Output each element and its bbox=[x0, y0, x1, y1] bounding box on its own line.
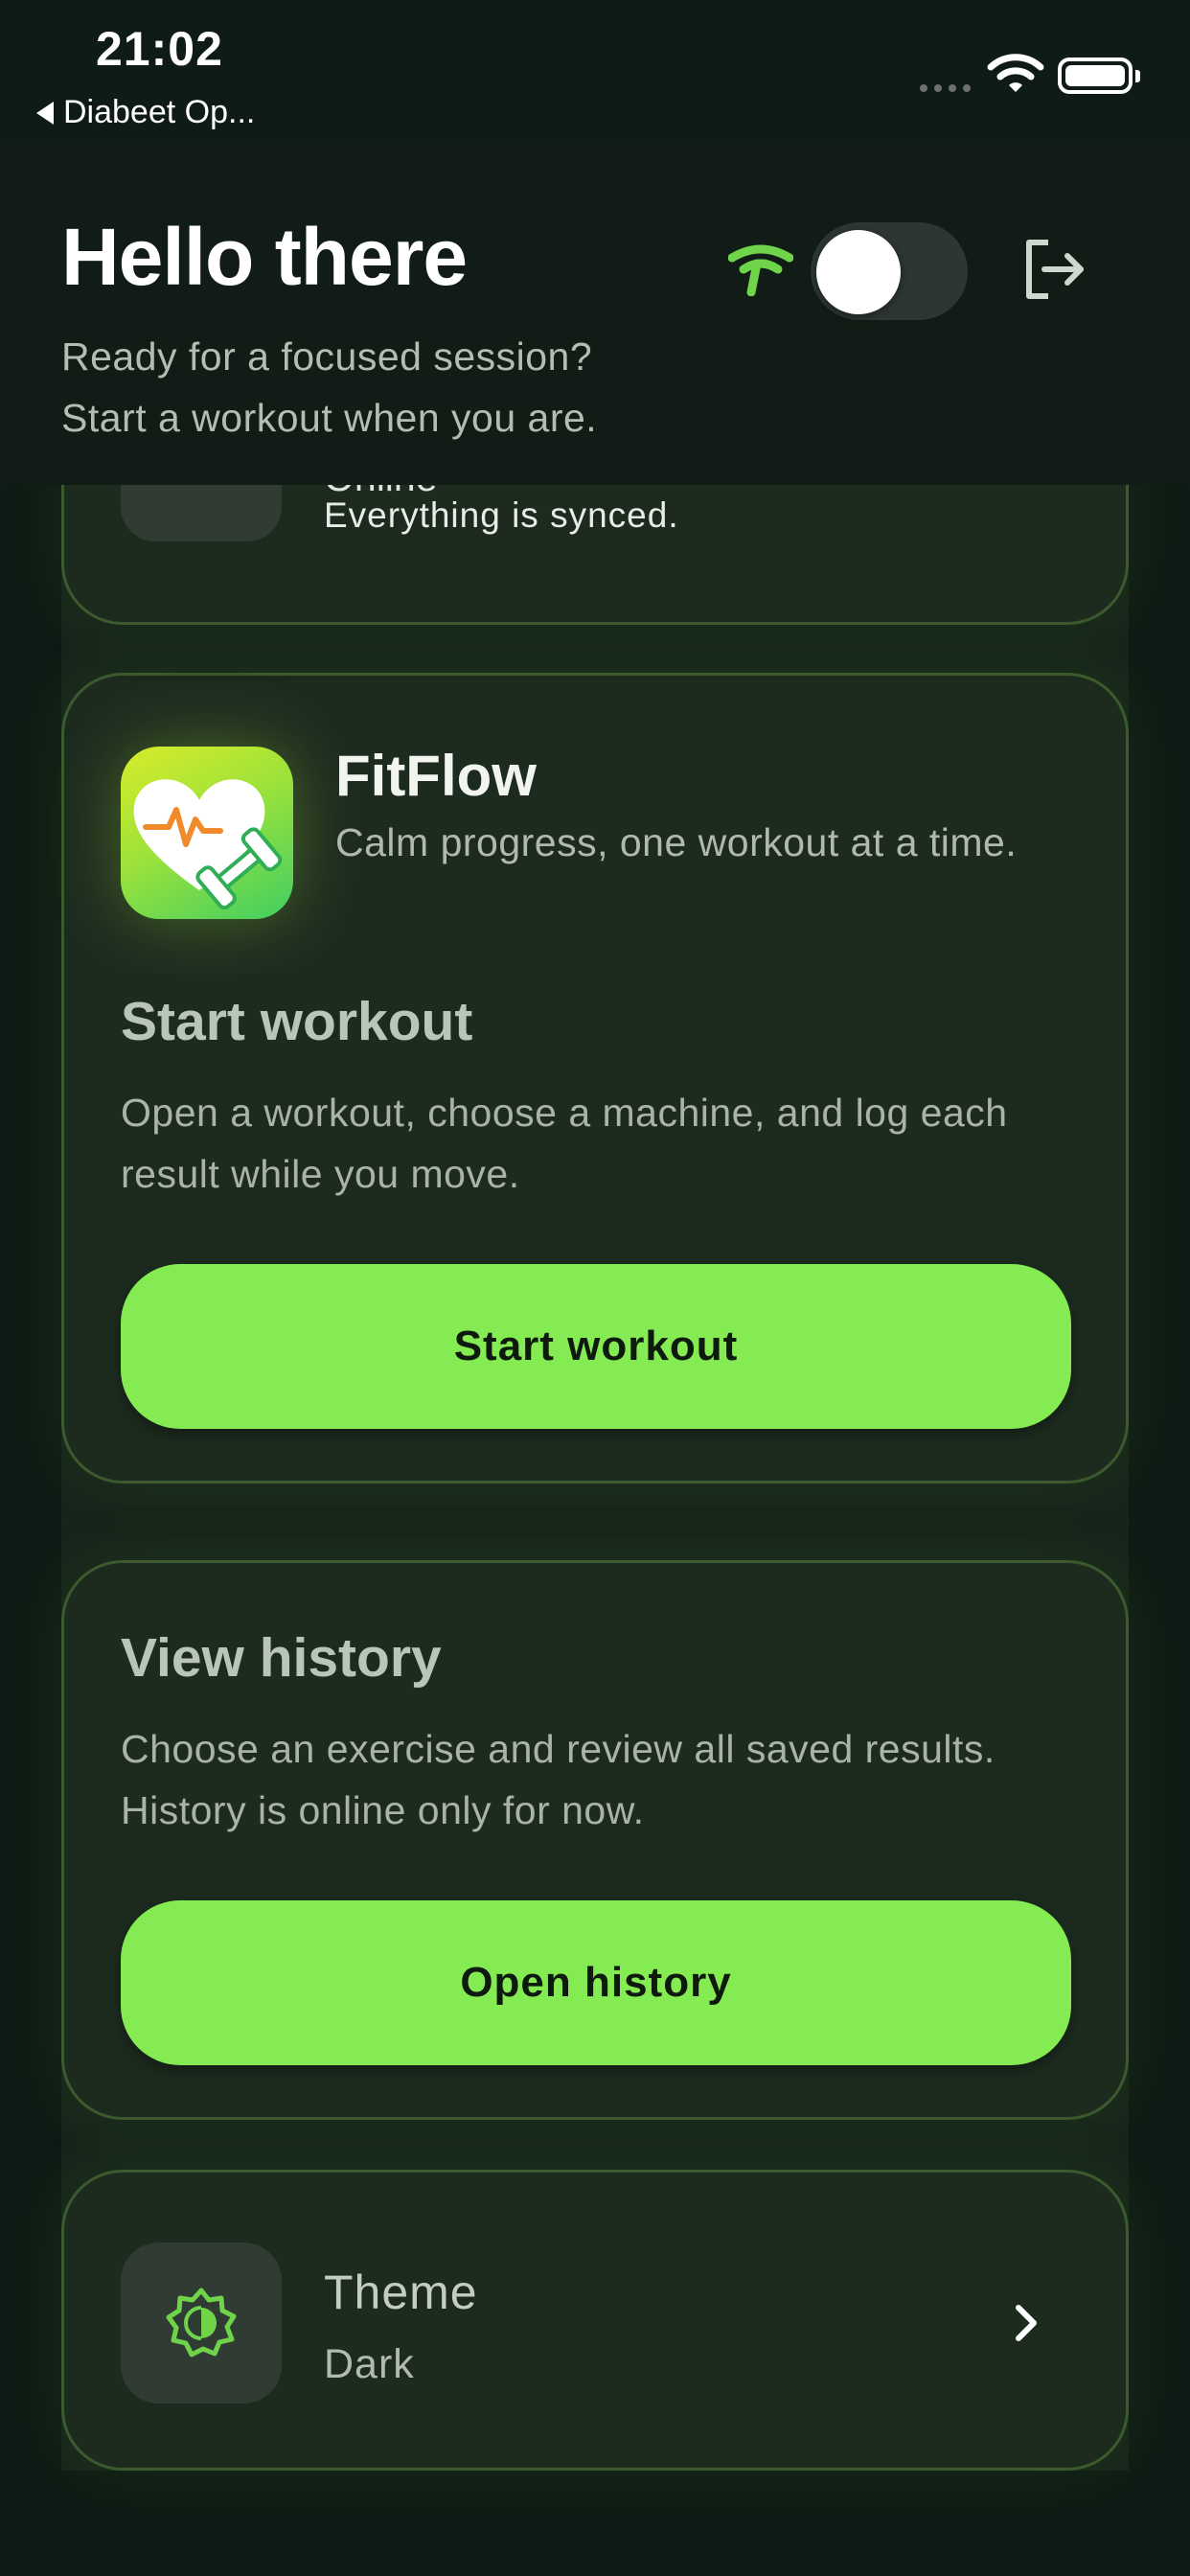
theme-title: Theme bbox=[324, 2266, 478, 2319]
heart-dumbbell-icon bbox=[133, 779, 283, 910]
cellular-signal-icon bbox=[920, 84, 971, 92]
view-history-description: Choose an exercise and review all saved … bbox=[121, 1727, 995, 1832]
header: Hello there Ready for a focused session?… bbox=[0, 144, 1190, 485]
page-title: Hello there bbox=[61, 212, 468, 302]
start-workout-description: Open a workout, choose a machine, and lo… bbox=[121, 1091, 1008, 1196]
open-history-button[interactable]: Open history bbox=[121, 1900, 1071, 2065]
signal-icon bbox=[728, 244, 793, 296]
battery-icon bbox=[1058, 58, 1140, 94]
status-bar: 21:02 Diabeet Op... bbox=[0, 0, 1190, 144]
back-app-label: Diabeet Op... bbox=[63, 94, 256, 130]
wifi-icon bbox=[987, 54, 1044, 92]
fitflow-app-icon bbox=[121, 747, 293, 919]
back-to-app-link[interactable]: Diabeet Op... bbox=[36, 94, 255, 131]
chevron-right-icon bbox=[1016, 2305, 1037, 2341]
online-mode-toggle[interactable] bbox=[811, 222, 968, 320]
theme-value: Dark bbox=[324, 2341, 415, 2387]
view-history-title: View history bbox=[121, 1627, 442, 1689]
logout-icon[interactable] bbox=[1021, 238, 1088, 301]
theme-setting-row[interactable]: Theme Dark bbox=[61, 2170, 1129, 2471]
toggle-knob bbox=[816, 230, 901, 314]
header-subtitle: Ready for a focused session? Start a wor… bbox=[61, 326, 597, 448]
start-workout-button[interactable]: Start workout bbox=[121, 1264, 1071, 1429]
start-workout-card: FitFlow Calm progress, one workout at a … bbox=[61, 673, 1129, 1484]
app-tagline: Calm progress, one workout at a time. bbox=[335, 820, 1018, 864]
back-arrow-icon bbox=[36, 101, 54, 125]
app-name: FitFlow bbox=[335, 744, 537, 808]
start-workout-title: Start workout bbox=[121, 991, 473, 1052]
brightness-icon bbox=[166, 2288, 237, 2358]
status-time: 21:02 bbox=[96, 22, 223, 76]
sync-status-message: Everything is synced. bbox=[324, 495, 679, 535]
header-subtitle-line1: Ready for a focused session? bbox=[61, 334, 593, 379]
view-history-card: View history Choose an exercise and revi… bbox=[61, 1560, 1129, 2120]
header-subtitle-line2: Start a workout when you are. bbox=[61, 396, 598, 440]
theme-icon bbox=[121, 2242, 282, 2404]
